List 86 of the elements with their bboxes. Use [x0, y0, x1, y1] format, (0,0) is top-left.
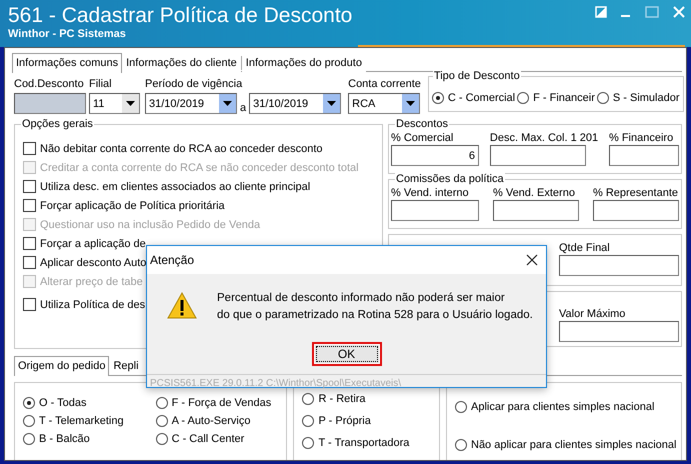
- radio-button[interactable]: [156, 397, 168, 409]
- separator-label: a: [240, 102, 246, 114]
- field-label: Cod.Desconto: [14, 78, 85, 90]
- radio-button[interactable]: [23, 397, 35, 409]
- radio-label: C - Comercial: [448, 92, 516, 104]
- checkbox-label: Forçar aplicação de Política prioritária: [40, 200, 225, 212]
- radio-label: F - Força de Vendas: [172, 397, 272, 409]
- radio-label: T - Telemarketing: [39, 415, 124, 427]
- checkbox-label: Alterar preço de tabe: [40, 276, 143, 288]
- field-label: % Representante: [593, 187, 679, 199]
- field-label: Conta corrente: [348, 78, 421, 90]
- radio-label: S - Simulador: [612, 92, 680, 104]
- input-field[interactable]: [490, 145, 586, 166]
- field-label: % Financeiro: [609, 132, 674, 144]
- close-icon[interactable]: [526, 254, 538, 266]
- radio-label: A - Auto-Serviço: [172, 415, 250, 427]
- checkbox[interactable]: [23, 142, 36, 155]
- checkbox-label: Questionar uso na inclusão Pedido de Venda: [40, 218, 260, 230]
- checkbox[interactable]: [23, 237, 36, 250]
- radio-label: B - Balcão: [39, 433, 90, 445]
- dialog-message: Percentual de desconto informado não poderá ser maior do que o parametrizado na Rotina 528 para o Usuário logado.: [217, 291, 533, 323]
- radio-button[interactable]: [302, 415, 314, 427]
- input-field[interactable]: [391, 200, 479, 221]
- input-field[interactable]: [493, 200, 579, 221]
- checkbox-label: Utiliza Política de des: [40, 298, 146, 310]
- field-label: % Vend. interno: [391, 187, 470, 199]
- radio-button[interactable]: [156, 433, 168, 445]
- dialog-footer: PCSIS561.EXE 29.0.11.2 C:\Winthor\Spool\Executaveis\: [147, 374, 546, 390]
- radio-label: F - Financeir: [533, 92, 595, 104]
- tab[interactable]: Origem do pedido: [14, 356, 110, 376]
- restore-icon[interactable]: [595, 6, 607, 18]
- date-picker[interactable]: 31/10/2019: [145, 93, 237, 114]
- checkbox-label: Forçar a aplicação de: [40, 238, 146, 250]
- dropdown-arrow-icon[interactable]: [223, 101, 232, 106]
- field-label: Filial: [89, 78, 113, 90]
- field-label: Desc. Max. Col. 1 201: [490, 132, 598, 144]
- window-title: 561 - Cadastrar Política de Desconto: [8, 4, 352, 28]
- group-title: Tipo de Desconto: [432, 70, 521, 83]
- checkbox[interactable]: [23, 256, 36, 269]
- checkbox[interactable]: [23, 199, 36, 212]
- radio-button[interactable]: [302, 437, 314, 449]
- radio-label: R - Retira: [318, 393, 366, 405]
- window-subtitle: Winthor - PC Sistemas: [8, 28, 127, 40]
- radio-button[interactable]: [23, 415, 35, 427]
- group-title: Comissões da política: [395, 173, 505, 186]
- field-label: % Comercial: [391, 132, 454, 144]
- radio-button[interactable]: [455, 439, 467, 451]
- checkbox[interactable]: [23, 180, 36, 193]
- field-label: Valor Máximo: [559, 308, 626, 320]
- warning-icon: [167, 292, 197, 319]
- checkbox-label: Não debitar conta corrente do RCA ao conceder desconto: [40, 142, 323, 154]
- ok-button[interactable]: OK: [312, 342, 382, 366]
- radio-button[interactable]: [432, 92, 444, 104]
- field-label: Qtde Final: [559, 242, 611, 254]
- checkbox-label: Aplicar desconto Auto: [40, 256, 146, 268]
- radio-label: P - Própria: [318, 415, 371, 427]
- field-label: % Vend. Externo: [493, 187, 576, 199]
- radio-button[interactable]: [156, 415, 168, 427]
- date-picker[interactable]: 31/10/2019: [249, 93, 342, 114]
- dropdown-arrow-icon[interactable]: [327, 101, 336, 106]
- dropdown-arrow-icon[interactable]: [126, 101, 135, 106]
- radio-button[interactable]: [596, 92, 609, 104]
- radio-button[interactable]: [517, 92, 530, 104]
- tab[interactable]: Informações comuns: [12, 53, 122, 73]
- radio-button[interactable]: [455, 401, 467, 413]
- radio-label: Aplicar para clientes simples nacional: [471, 401, 654, 413]
- account-dropdown[interactable]: RCA: [348, 93, 420, 114]
- input-field[interactable]: 6: [391, 145, 479, 166]
- dropdown-arrow-icon[interactable]: [406, 101, 416, 106]
- input-field[interactable]: [559, 321, 679, 342]
- checkbox-label: Creditar a conta corrente do RCA se não conceder desconto total: [40, 162, 359, 174]
- radio-label: O - Todas: [39, 397, 86, 409]
- input-field[interactable]: [593, 200, 679, 221]
- input-field[interactable]: [609, 145, 679, 166]
- dialog-title: Atenção: [150, 253, 194, 267]
- checkbox-label: Utiliza desc. em clientes associados ao cliente principal: [40, 180, 310, 192]
- radio-button[interactable]: [302, 393, 314, 405]
- radio-label: Não aplicar para clientes simples nacional: [471, 439, 676, 451]
- field-label: Período de vigência: [145, 78, 244, 90]
- filial-dropdown[interactable]: 11: [89, 93, 140, 114]
- group-title: Opções gerais: [21, 118, 94, 131]
- radio-button[interactable]: [23, 433, 35, 445]
- checkbox[interactable]: [23, 298, 36, 311]
- input-field[interactable]: [559, 255, 679, 276]
- radio-label: C - Call Center: [172, 433, 244, 445]
- radio-label: T - Transportadora: [318, 437, 410, 449]
